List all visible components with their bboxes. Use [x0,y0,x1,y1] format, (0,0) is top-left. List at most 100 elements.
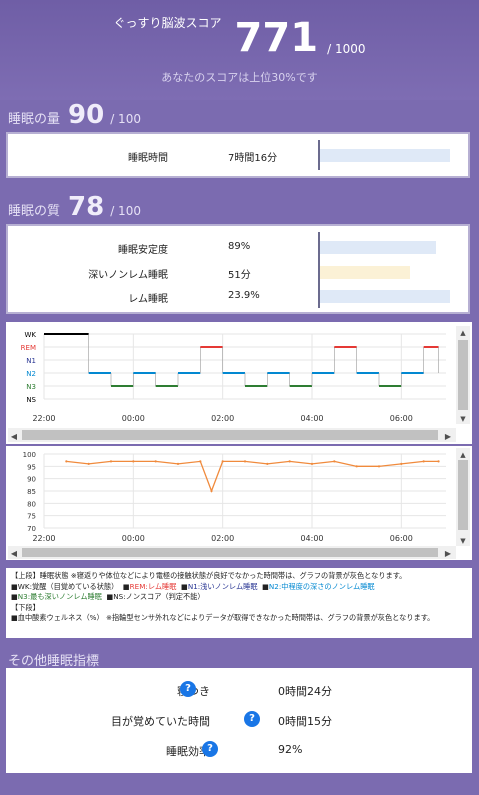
legend-item-n1: ■N1:浅いノンレム睡眠 [181,581,258,591]
spo2-point [199,460,202,463]
x-tick-label: 00:00 [122,414,145,423]
score-subtitle: あなたのスコアは上位30%です [161,71,318,84]
other-metric-row: 睡眠効率 ? 92% [6,738,472,762]
metric-label: 睡眠安定度 [118,245,168,256]
spo2-point [266,462,269,465]
scroll-left-arrow[interactable]: ◀ [11,432,18,441]
other-metrics-panel: 寝つき ? 0時間24分 目が覚めていた時間 ? 0時間15分 睡眠効率 ? 9… [6,668,472,773]
quality-max: / 100 [110,204,141,218]
metric-label: レム睡眠 [128,294,168,305]
y-tick-label: 70 [27,525,36,533]
x-tick-label: 22:00 [32,414,55,423]
metric-value: 89% [228,241,251,252]
horizontal-scrollbar-thumb[interactable] [22,548,438,557]
legend-items-row-2: ■N3:最も深いノンレム睡眠 ■NS:ノンスコア（判定不能） [11,592,467,603]
spo2-point [132,460,135,463]
spo2-point [109,460,113,463]
legend-item-ns: ■NS:ノンスコア（判定不能） [106,592,205,602]
stage-label: N3 [26,383,36,391]
metric-value: 23.9% [228,290,260,301]
x-tick-label: 02:00 [211,534,234,543]
other-metrics-title: その他睡眠指標 [8,654,100,669]
metric-row: レム睡眠 23.9% [8,285,468,309]
y-tick-label: 90 [27,476,36,484]
scroll-right-arrow[interactable]: ▶ [445,549,452,558]
legend-item-n2: ■N2:中程度の深さのノンレム睡眠 [262,581,375,591]
other-metric-value: 0時間15分 [278,715,332,728]
legend-items-row-1: ■WK:覚醒（目覚めている状態） ■REM:レム睡眠 ■N1:浅いノンレム睡眠 … [11,582,467,593]
spo2-point [437,460,440,463]
legend-text: N3:最も深いノンレム睡眠 [17,592,102,602]
spo2-point [377,465,381,468]
stage-label: NS [26,396,36,404]
other-metric-row: 目が覚めていた時間 ? 0時間15分 [6,708,472,732]
spo2-point [221,460,224,463]
spo2-point [243,460,247,463]
y-tick-label: 100 [23,451,36,459]
scroll-up-arrow[interactable]: ▲ [460,329,466,337]
stage-label: N1 [26,357,36,365]
y-tick-label: 80 [27,500,36,508]
sleep-stage-chart-panel: ▲ ▼ ◀ ▶ WK REM N1 N2 N3 NS 22:00 00:00 02:00 04:0… [6,322,472,444]
legend-text: N2:中程度の深さのノンレム睡眠 [268,581,375,591]
scroll-up-arrow[interactable]: ▲ [460,451,466,459]
metric-bar [320,241,436,254]
vertical-scrollbar-thumb[interactable] [458,460,468,530]
sleep-stage-chart: ▲ ▼ ◀ ▶ WK REM N1 N2 N3 NS 22:00 00:00 02:00 04:0… [8,326,470,442]
other-metric-label: 目が覚めていた時間 [111,715,210,728]
legend-item-rem: ■REM:レム睡眠 [122,581,177,591]
x-tick-label: 06:00 [390,414,413,423]
spo2-point [154,460,157,463]
legend-text: 血中酸素ウェルネス（%） ※指輪型センサ外れなどによりデータが取得できなかった時… [17,613,435,623]
help-icon[interactable]: ? [202,741,218,757]
vertical-scrollbar-thumb[interactable] [458,340,468,410]
quantity-max: / 100 [110,112,141,126]
other-metric-row: 寝つき ? 0時間24分 [6,678,472,702]
stage-label: WK [24,331,36,339]
other-metric-value: 0時間24分 [278,685,332,698]
metric-value: 7時間16分 [228,153,278,164]
metric-bar [320,290,450,303]
spo2-point [288,460,291,463]
spo2-point [333,460,336,463]
help-icon[interactable]: ? [180,681,196,697]
metric-label: 深いノンレム睡眠 [88,270,168,281]
help-icon[interactable]: ? [244,711,260,727]
x-tick-label: 22:00 [32,534,55,543]
score-label: ぐっすり脳波スコア [113,16,222,30]
spo2-point [422,460,425,463]
spo2-point [87,462,90,465]
score-max: / 1000 [327,42,366,56]
scroll-left-arrow[interactable]: ◀ [11,549,18,558]
horizontal-scrollbar-thumb[interactable] [22,430,438,440]
legend-item-n3: ■N3:最も深いノンレム睡眠 [11,592,102,602]
metric-row: 深いノンレム睡眠 51分 [8,261,468,285]
quality-panel: 睡眠安定度 89% 深いノンレム睡眠 51分 レム睡眠 23.9% [6,224,470,314]
y-tick-label: 75 [27,513,36,521]
stage-label: N2 [26,370,36,378]
quantity-panel: 睡眠時間 7時間16分 [6,132,470,178]
x-tick-label: 02:00 [211,414,234,423]
legend-upper-note: 【上段】睡眠状態 ※寝返りや体位などにより電極の接触状態が良好でなかった時間帯は… [11,571,407,580]
quantity-title-row: 睡眠の量 90 / 100 [8,100,141,130]
metric-bar [320,149,450,162]
spo2-chart: ▲ ▼ ◀ ▶ 100 95 90 85 80 75 7022:00 00:00 02:00 04… [8,448,470,559]
x-tick-label: 04:00 [300,414,323,423]
y-tick-label: 95 [27,463,36,471]
y-tick-label: 85 [27,488,36,496]
spo2-chart-panel: ▲ ▼ ◀ ▶ 100 95 90 85 80 75 70 22:00 00:00 02:00 04… [6,446,472,560]
x-tick-label: 00:00 [122,534,145,543]
quality-title: 睡眠の質 [8,204,61,219]
spo2-point [210,489,213,493]
score-value: 771 [234,15,319,61]
metric-row: 睡眠安定度 89% [8,236,468,260]
legend-spo2-note: ■血中酸素ウェルネス（%） ※指輪型センサ外れなどによりデータが取得できなかった… [11,613,435,623]
metric-row: 睡眠時間 7時間16分 [8,144,468,168]
quantity-title: 睡眠の量 [8,112,61,127]
legend-lower-heading: 【下段】 [11,602,40,612]
scroll-down-arrow[interactable]: ▼ [460,415,466,423]
scroll-down-arrow[interactable]: ▼ [460,537,466,545]
scroll-right-arrow[interactable]: ▶ [445,432,452,441]
spo2-point [176,462,180,465]
x-tick-label: 04:00 [300,534,323,543]
